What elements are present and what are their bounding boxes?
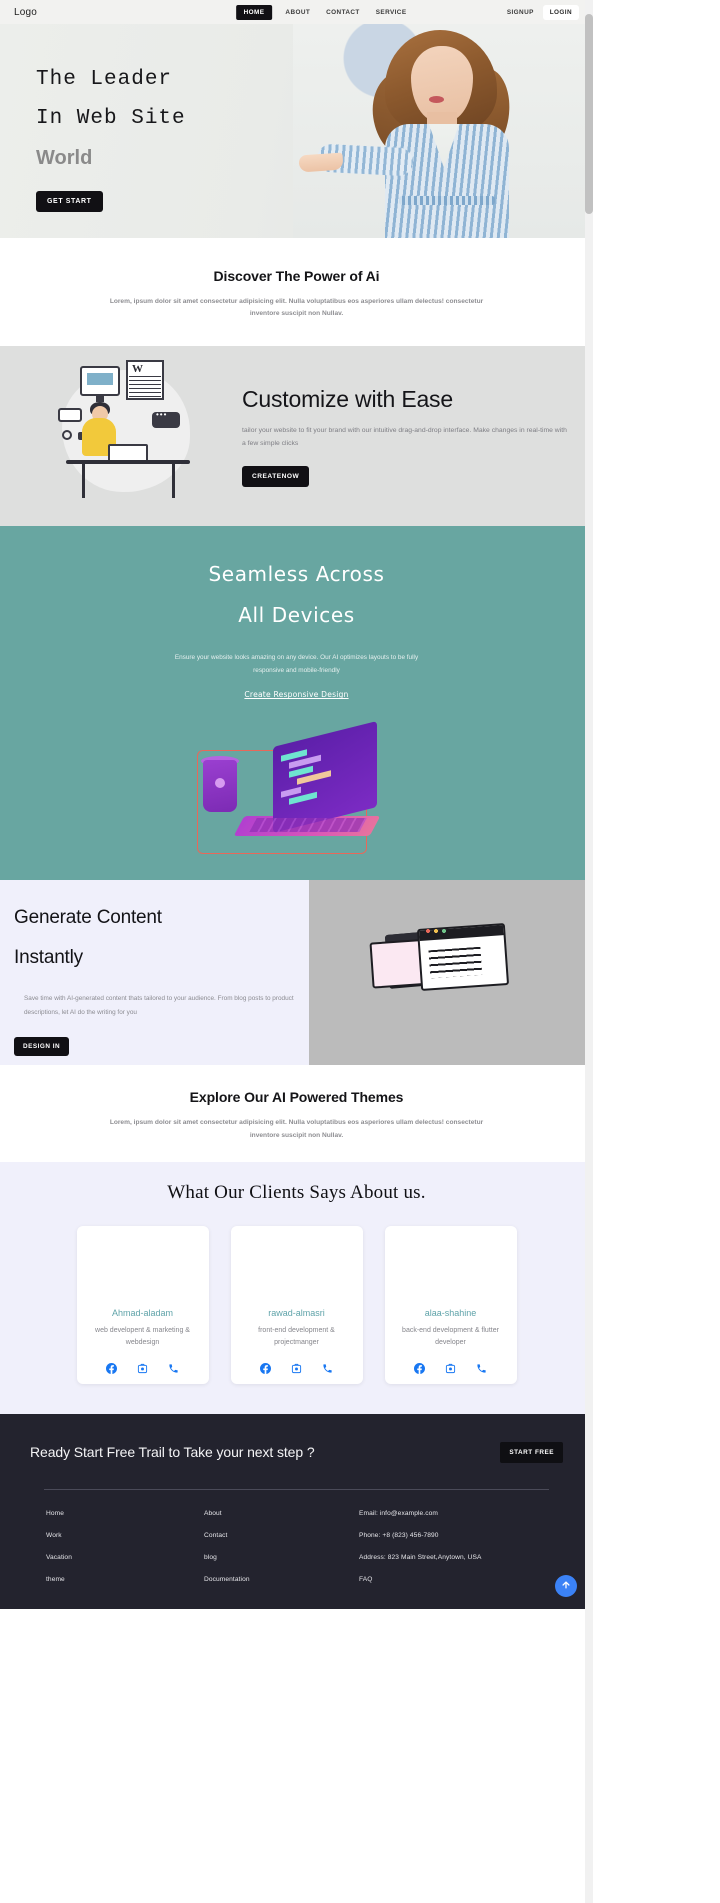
nav-link-home[interactable]: HOME [235,4,273,20]
customize-text-block: Customize with Ease tailor your website … [242,386,592,487]
nav-auth-links: SIGNUP LOGIN [504,4,579,20]
scroll-to-top-button[interactable] [555,1574,577,1597]
testimonial-name: rawad-almasri [268,1307,325,1318]
facebook-icon[interactable] [260,1362,271,1374]
testimonial-card[interactable]: Ahmad-aladam web developent & marketing … [76,1225,209,1384]
phone-icon[interactable] [168,1363,179,1374]
page-scrollbar-track[interactable] [585,0,593,1903]
instagram-icon[interactable] [445,1363,456,1374]
page-root: Logo HOME ABOUT CONTACT SERVICE SIGNUP L… [0,0,593,1903]
site-footer: Ready Start Free Trail to Take your next… [0,1413,593,1609]
customize-section: W Customize with Ease tailor your websit… [0,346,593,527]
footer-link-documentation[interactable]: Documentation [204,1576,359,1583]
hero-heading-line1: The Leader [36,68,173,91]
hero-section: The Leader In Web Site World GET START [0,24,593,238]
footer-column-contact: Email: info@example.com Phone: +8 (823) … [359,1510,547,1583]
testimonial-socials [393,1362,509,1374]
createnow-button[interactable]: CREATENOW [242,465,310,487]
instagram-icon[interactable] [137,1363,148,1374]
phone-icon[interactable] [476,1363,487,1374]
footer-column-site: Home Work Vacation theme [46,1510,204,1583]
footer-address: Address: 823 Main Street,Anytown, USA [359,1553,482,1561]
get-start-button[interactable]: GET START [36,190,103,212]
footer-cta-text: Ready Start Free Trail to Take your next… [30,1444,315,1461]
nav-link-service[interactable]: SERVICE [373,5,410,20]
testimonial-role: back-end development & flutter developer [402,1326,499,1347]
discover-paragraph: Lorem, ipsum dolor sit amet consectetur … [109,298,484,318]
signup-link[interactable]: SIGNUP [504,5,537,20]
facebook-icon[interactable] [414,1362,425,1374]
generate-content-section: Generate Content Instantly Save time wit… [0,880,593,1066]
site-logo[interactable]: Logo [14,7,37,18]
testimonial-card-list: Ahmad-aladam web developent & marketing … [0,1225,593,1384]
create-responsive-design-link[interactable]: Create Responsive Design [244,690,348,699]
footer-link-home[interactable]: Home [46,1510,204,1517]
footer-link-theme[interactable]: theme [46,1576,204,1583]
generate-text-block: Generate Content Instantly Save time wit… [0,880,309,1066]
customize-illustration: W [56,356,216,516]
explore-paragraph: Lorem, ipsum dolor sit amet consectetur … [109,1119,484,1139]
arrow-up-icon [561,1578,571,1593]
testimonial-role: front-end development & projectmanger [258,1326,335,1347]
footer-link-blog[interactable]: blog [204,1554,359,1561]
testimonial-card[interactable]: alaa-shahine back-end development & flut… [384,1225,517,1384]
start-free-button[interactable]: START FREE [500,1441,563,1463]
hero-model-photo [293,24,593,238]
design-in-button[interactable]: DESIGN IN [14,1037,70,1057]
testimonials-section: What Our Clients Says About us. Ahmad-al… [0,1161,593,1414]
footer-link-about[interactable]: About [204,1510,359,1517]
discover-section: Discover The Power of Ai Lorem, ipsum do… [0,238,593,347]
testimonial-role: web developent & marketing & webdesign [95,1326,190,1347]
footer-link-work[interactable]: Work [46,1532,204,1539]
testimonial-name: Ahmad-aladam [111,1307,174,1318]
devices-paragraph: Ensure your website looks amazing on any… [174,654,419,674]
hero-heading-line3: World [36,146,93,169]
testimonial-socials [85,1362,201,1374]
testimonial-name: alaa-shahine [424,1307,477,1318]
phone-icon[interactable] [322,1363,333,1374]
generate-illustration [309,880,593,1066]
explore-themes-section: Explore Our AI Powered Themes Lorem, ips… [0,1065,593,1162]
footer-divider [44,1488,549,1490]
footer-link-contact[interactable]: Contact [204,1532,359,1539]
footer-column-company: About Contact blog Documentation [204,1510,359,1583]
nav-link-contact[interactable]: CONTACT [323,5,363,20]
page-scrollbar-thumb[interactable] [585,14,593,214]
hero-text-block: The Leader In Web Site World GET START [36,60,186,212]
instagram-icon[interactable] [291,1363,302,1374]
footer-phone: Phone: +8 (823) 456-7890 [359,1531,439,1539]
generate-paragraph: Save time with AI-generated content that… [24,995,294,1016]
footer-link-columns: Home Work Vacation theme About Contact b… [30,1510,563,1583]
devices-illustration [187,721,407,874]
nav-links: HOME ABOUT CONTACT SERVICE [235,4,410,20]
explore-heading: Explore Our AI Powered Themes [189,1089,404,1106]
nav-link-about[interactable]: ABOUT [282,5,313,20]
testimonials-heading: What Our Clients Says About us. [167,1181,426,1203]
customize-paragraph: tailor your website to fit your brand wi… [242,426,567,447]
customize-heading: Customize with Ease [242,385,453,412]
footer-link-vacation[interactable]: Vacation [46,1554,204,1561]
discover-heading: Discover The Power of Ai [213,268,380,284]
testimonial-socials [239,1362,355,1374]
hero-heading-line2: In Web Site [36,107,186,131]
footer-link-faq[interactable]: FAQ [359,1576,547,1583]
devices-heading-line1: Seamless Across [208,562,385,587]
devices-heading-line2: All Devices [238,603,355,628]
devices-section: Seamless Across All Devices Ensure your … [0,526,593,881]
generate-heading-line2: Instantly [14,947,83,969]
footer-cta-row: Ready Start Free Trail to Take your next… [30,1441,563,1463]
generate-heading-line1: Generate Content [14,907,162,929]
top-navigation-bar: Logo HOME ABOUT CONTACT SERVICE SIGNUP L… [0,0,593,24]
testimonial-card[interactable]: rawad-almasri front-end development & pr… [230,1225,363,1384]
footer-email: Email: info@example.com [359,1509,438,1517]
login-link[interactable]: LOGIN [542,4,579,20]
facebook-icon[interactable] [106,1362,117,1374]
